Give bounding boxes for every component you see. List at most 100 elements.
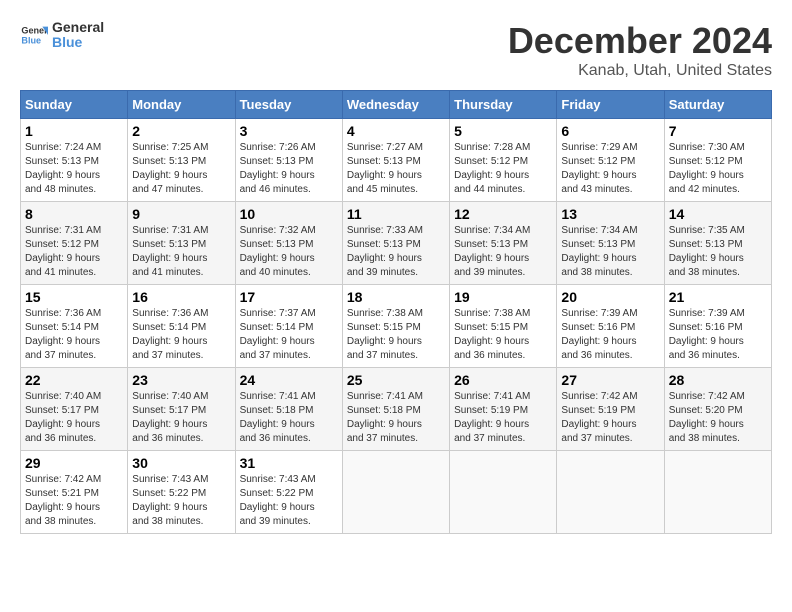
day-info: Sunrise: 7:42 AMSunset: 5:19 PMDaylight:… bbox=[561, 390, 659, 446]
day-number: 3 bbox=[240, 123, 338, 139]
day-info: Sunrise: 7:27 AMSunset: 5:13 PMDaylight:… bbox=[347, 141, 445, 197]
day-number: 25 bbox=[347, 372, 445, 388]
day-number: 28 bbox=[669, 372, 767, 388]
calendar-week-row: 15 Sunrise: 7:36 AMSunset: 5:14 PMDayligh… bbox=[21, 285, 772, 368]
calendar-cell: 4 Sunrise: 7:27 AMSunset: 5:13 PMDaylight… bbox=[342, 119, 449, 202]
calendar-cell: 18Sunrise: 7:38 AMSunset: 5:15 PMDayligh… bbox=[342, 285, 449, 368]
day-number: 4 bbox=[347, 123, 445, 139]
day-number: 14 bbox=[669, 206, 767, 222]
logo-line2: Blue bbox=[52, 35, 104, 50]
day-number: 5 bbox=[454, 123, 552, 139]
day-number: 24 bbox=[240, 372, 338, 388]
day-number: 7 bbox=[669, 123, 767, 139]
day-number: 31 bbox=[240, 455, 338, 471]
calendar-cell: 11 Sunrise: 7:33 AMSunset: 5:13 PMDayligh… bbox=[342, 202, 449, 285]
day-info: Sunrise: 7:42 AMSunset: 5:20 PMDaylight:… bbox=[669, 390, 767, 446]
calendar-cell bbox=[557, 451, 664, 534]
calendar-cell: 25 Sunrise: 7:41 AMSunset: 5:18 PMDayligh… bbox=[342, 368, 449, 451]
day-number: 6 bbox=[561, 123, 659, 139]
day-number: 1 bbox=[25, 123, 123, 139]
day-number: 10 bbox=[240, 206, 338, 222]
calendar-cell: 14Sunrise: 7:35 AMSunset: 5:13 PMDayligh… bbox=[664, 202, 771, 285]
calendar-cell: 31Sunrise: 7:43 AMSunset: 5:22 PMDayligh… bbox=[235, 451, 342, 534]
calendar-cell: 20 Sunrise: 7:39 AMSunset: 5:16 PMDayligh… bbox=[557, 285, 664, 368]
day-info: Sunrise: 7:40 AMSunset: 5:17 PMDaylight:… bbox=[25, 390, 123, 446]
calendar-cell: 9Sunrise: 7:31 AMSunset: 5:13 PMDaylight… bbox=[128, 202, 235, 285]
day-number: 18 bbox=[347, 289, 445, 305]
calendar-cell bbox=[664, 451, 771, 534]
day-info: Sunrise: 7:39 AMSunset: 5:16 PMDaylight:… bbox=[669, 307, 767, 363]
location-subtitle: Kanab, Utah, United States bbox=[508, 62, 772, 80]
day-of-week-header: Saturday bbox=[664, 91, 771, 119]
day-info: Sunrise: 7:36 AMSunset: 5:14 PMDaylight:… bbox=[25, 307, 123, 363]
day-info: Sunrise: 7:25 AMSunset: 5:13 PMDaylight:… bbox=[132, 141, 230, 197]
calendar-cell: 29 Sunrise: 7:42 AMSunset: 5:21 PMDayligh… bbox=[21, 451, 128, 534]
day-info: Sunrise: 7:39 AMSunset: 5:16 PMDaylight:… bbox=[561, 307, 659, 363]
day-info: Sunrise: 7:43 AMSunset: 5:22 PMDaylight:… bbox=[132, 473, 230, 529]
day-info: Sunrise: 7:36 AMSunset: 5:14 PMDaylight:… bbox=[132, 307, 230, 363]
logo-icon: General Blue bbox=[20, 21, 48, 49]
calendar-week-row: 22 Sunrise: 7:40 AMSunset: 5:17 PMDayligh… bbox=[21, 368, 772, 451]
day-of-week-header: Wednesday bbox=[342, 91, 449, 119]
calendar-cell: 13 Sunrise: 7:34 AMSunset: 5:13 PMDayligh… bbox=[557, 202, 664, 285]
day-number: 12 bbox=[454, 206, 552, 222]
day-number: 22 bbox=[25, 372, 123, 388]
logo: General Blue General Blue bbox=[20, 20, 104, 51]
calendar-cell: 3 Sunrise: 7:26 AMSunset: 5:13 PMDaylight… bbox=[235, 119, 342, 202]
day-info: Sunrise: 7:41 AMSunset: 5:18 PMDaylight:… bbox=[347, 390, 445, 446]
day-info: Sunrise: 7:29 AMSunset: 5:12 PMDaylight:… bbox=[561, 141, 659, 197]
calendar-table: SundayMondayTuesdayWednesdayThursdayFrid… bbox=[20, 90, 772, 534]
title-block: December 2024 Kanab, Utah, United States bbox=[508, 20, 772, 80]
calendar-cell: 12Sunrise: 7:34 AMSunset: 5:13 PMDayligh… bbox=[450, 202, 557, 285]
day-of-week-header: Friday bbox=[557, 91, 664, 119]
day-info: Sunrise: 7:31 AMSunset: 5:12 PMDaylight:… bbox=[25, 224, 123, 280]
day-number: 16 bbox=[132, 289, 230, 305]
calendar-week-row: 1 Sunrise: 7:24 AMSunset: 5:13 PMDaylight… bbox=[21, 119, 772, 202]
day-number: 29 bbox=[25, 455, 123, 471]
calendar-header-row: SundayMondayTuesdayWednesdayThursdayFrid… bbox=[21, 91, 772, 119]
day-number: 23 bbox=[132, 372, 230, 388]
calendar-cell: 28 Sunrise: 7:42 AMSunset: 5:20 PMDayligh… bbox=[664, 368, 771, 451]
logo-line1: General bbox=[52, 20, 104, 35]
day-number: 11 bbox=[347, 206, 445, 222]
day-of-week-header: Thursday bbox=[450, 91, 557, 119]
calendar-cell: 19 Sunrise: 7:38 AMSunset: 5:15 PMDayligh… bbox=[450, 285, 557, 368]
day-number: 13 bbox=[561, 206, 659, 222]
day-of-week-header: Tuesday bbox=[235, 91, 342, 119]
calendar-cell: 15 Sunrise: 7:36 AMSunset: 5:14 PMDayligh… bbox=[21, 285, 128, 368]
day-info: Sunrise: 7:34 AMSunset: 5:13 PMDaylight:… bbox=[561, 224, 659, 280]
day-number: 9 bbox=[132, 206, 230, 222]
svg-text:Blue: Blue bbox=[21, 36, 41, 46]
calendar-cell: 21Sunrise: 7:39 AMSunset: 5:16 PMDayligh… bbox=[664, 285, 771, 368]
day-info: Sunrise: 7:30 AMSunset: 5:12 PMDaylight:… bbox=[669, 141, 767, 197]
calendar-cell: 22 Sunrise: 7:40 AMSunset: 5:17 PMDayligh… bbox=[21, 368, 128, 451]
calendar-week-row: 8 Sunrise: 7:31 AMSunset: 5:12 PMDaylight… bbox=[21, 202, 772, 285]
day-info: Sunrise: 7:26 AMSunset: 5:13 PMDaylight:… bbox=[240, 141, 338, 197]
day-info: Sunrise: 7:24 AMSunset: 5:13 PMDaylight:… bbox=[25, 141, 123, 197]
day-info: Sunrise: 7:41 AMSunset: 5:19 PMDaylight:… bbox=[454, 390, 552, 446]
calendar-cell: 2Sunrise: 7:25 AMSunset: 5:13 PMDaylight… bbox=[128, 119, 235, 202]
calendar-cell: 30Sunrise: 7:43 AMSunset: 5:22 PMDayligh… bbox=[128, 451, 235, 534]
calendar-cell: 17Sunrise: 7:37 AMSunset: 5:14 PMDayligh… bbox=[235, 285, 342, 368]
day-number: 8 bbox=[25, 206, 123, 222]
page-header: General Blue General Blue December 2024 … bbox=[20, 20, 772, 80]
day-info: Sunrise: 7:28 AMSunset: 5:12 PMDaylight:… bbox=[454, 141, 552, 197]
day-info: Sunrise: 7:33 AMSunset: 5:13 PMDaylight:… bbox=[347, 224, 445, 280]
calendar-body: 1 Sunrise: 7:24 AMSunset: 5:13 PMDaylight… bbox=[21, 119, 772, 534]
month-title: December 2024 bbox=[508, 20, 772, 62]
calendar-cell: 5 Sunrise: 7:28 AMSunset: 5:12 PMDaylight… bbox=[450, 119, 557, 202]
calendar-cell bbox=[342, 451, 449, 534]
day-number: 15 bbox=[25, 289, 123, 305]
calendar-cell: 6 Sunrise: 7:29 AMSunset: 5:12 PMDaylight… bbox=[557, 119, 664, 202]
calendar-cell: 24Sunrise: 7:41 AMSunset: 5:18 PMDayligh… bbox=[235, 368, 342, 451]
calendar-cell: 7 Sunrise: 7:30 AMSunset: 5:12 PMDaylight… bbox=[664, 119, 771, 202]
calendar-cell: 23 Sunrise: 7:40 AMSunset: 5:17 PMDayligh… bbox=[128, 368, 235, 451]
day-number: 19 bbox=[454, 289, 552, 305]
day-info: Sunrise: 7:32 AMSunset: 5:13 PMDaylight:… bbox=[240, 224, 338, 280]
calendar-cell: 1 Sunrise: 7:24 AMSunset: 5:13 PMDaylight… bbox=[21, 119, 128, 202]
day-number: 20 bbox=[561, 289, 659, 305]
day-info: Sunrise: 7:38 AMSunset: 5:15 PMDaylight:… bbox=[454, 307, 552, 363]
calendar-cell: 8 Sunrise: 7:31 AMSunset: 5:12 PMDaylight… bbox=[21, 202, 128, 285]
day-info: Sunrise: 7:42 AMSunset: 5:21 PMDaylight:… bbox=[25, 473, 123, 529]
day-info: Sunrise: 7:40 AMSunset: 5:17 PMDaylight:… bbox=[132, 390, 230, 446]
